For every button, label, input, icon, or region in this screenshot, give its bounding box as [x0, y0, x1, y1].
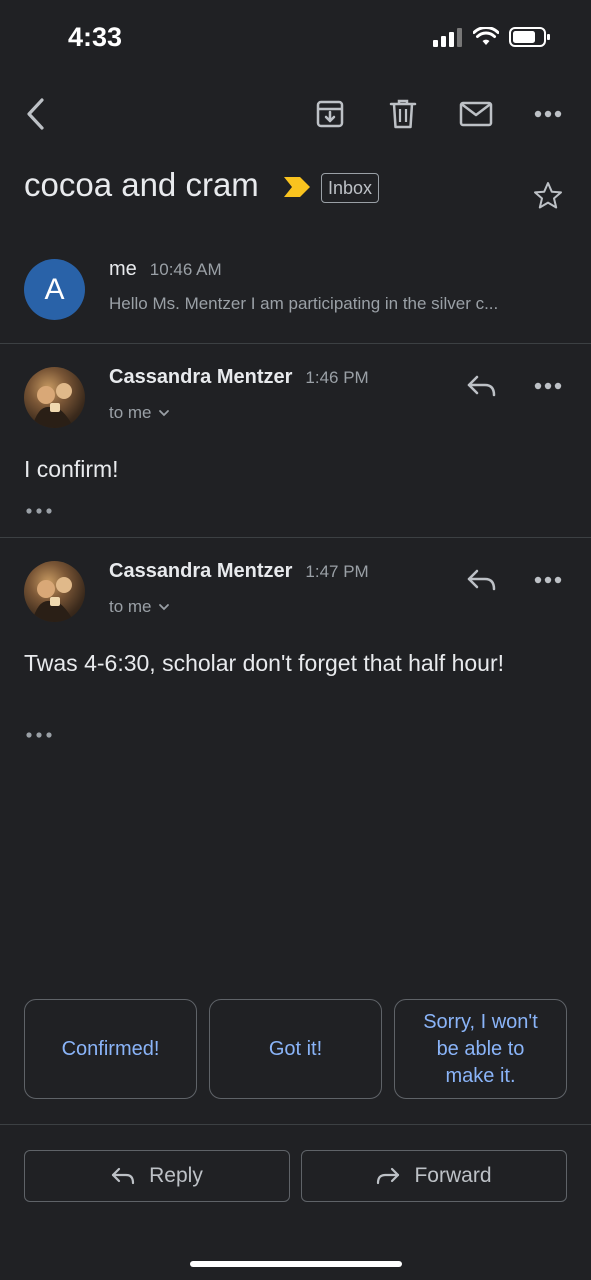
recipient-label: to me	[109, 597, 152, 616]
status-time: 4:33	[68, 22, 123, 52]
message-more-button[interactable]	[530, 372, 566, 400]
chevron-down-icon	[158, 604, 169, 611]
message-more-button[interactable]	[530, 566, 566, 594]
more-button[interactable]	[530, 100, 566, 128]
more-horizontal-icon	[26, 508, 52, 514]
important-marker-icon[interactable]	[283, 176, 311, 198]
more-horizontal-icon	[26, 732, 52, 738]
email-subject: cocoa and cram	[24, 166, 259, 203]
message-header[interactable]: Cassandra Mentzer 1:47 PM	[109, 560, 369, 583]
smart-reply-confirmed[interactable]: Confirmed!	[24, 999, 197, 1099]
avatar-letter: A	[44, 272, 65, 306]
recipient-label: to me	[109, 403, 152, 422]
home-indicator[interactable]	[190, 1261, 402, 1267]
reply-button[interactable]	[463, 565, 501, 595]
smart-reply-label: Got it!	[268, 1037, 323, 1060]
chevron-down-icon	[158, 410, 169, 417]
smart-reply-got-it[interactable]: Got it!	[209, 999, 382, 1099]
status-icons	[433, 26, 551, 48]
smart-reply-label: Sorry, I won't be able to make it.	[423, 1010, 538, 1087]
reply-action-button[interactable]: Reply	[24, 1150, 290, 1202]
avatar-photo	[32, 383, 74, 428]
more-horizontal-icon	[534, 382, 562, 390]
avatar-photo	[32, 577, 74, 622]
more-horizontal-icon	[534, 576, 562, 584]
battery-icon	[509, 27, 550, 47]
inbox-label-badge[interactable]: Inbox	[321, 173, 380, 203]
sender-name: Cassandra Mentzer	[109, 560, 293, 582]
avatar	[24, 367, 85, 428]
divider	[0, 537, 591, 538]
smart-reply-sorry[interactable]: Sorry, I won't be able to make it.	[394, 999, 567, 1099]
smart-reply-label: Confirmed!	[61, 1037, 160, 1060]
message-body: Twas 4-6:30, scholar don't forget that h…	[24, 650, 505, 676]
message-time: 10:46 AM	[149, 260, 222, 279]
reply-icon	[467, 569, 496, 591]
forward-action-button[interactable]: Forward	[301, 1150, 567, 1202]
recipient-details-toggle[interactable]: to me	[109, 597, 170, 617]
message-header-collapsed[interactable]: me 10:46 AM	[109, 258, 222, 281]
avatar: A	[24, 259, 85, 320]
mark-unread-button[interactable]	[457, 98, 495, 130]
archive-button[interactable]	[312, 96, 348, 132]
forward-icon	[377, 1167, 400, 1185]
message-time: 1:47 PM	[305, 562, 369, 581]
chevron-left-icon	[27, 98, 44, 130]
archive-icon	[316, 100, 344, 128]
reply-icon	[112, 1167, 135, 1185]
sender-name: Cassandra Mentzer	[109, 366, 293, 388]
trash-icon	[389, 99, 417, 129]
divider	[0, 1124, 591, 1125]
more-horizontal-icon	[534, 110, 562, 118]
message-time: 1:46 PM	[305, 368, 369, 387]
show-trimmed-content-button[interactable]	[24, 503, 54, 519]
divider	[0, 343, 591, 344]
reply-label: Reply	[149, 1164, 203, 1187]
delete-button[interactable]	[385, 96, 421, 132]
back-button[interactable]	[18, 95, 52, 133]
show-trimmed-content-button[interactable]	[24, 727, 54, 743]
wifi-icon	[473, 27, 499, 45]
cellular-signal-icon	[433, 28, 462, 47]
mail-icon	[459, 101, 493, 127]
sender-name: me	[109, 258, 137, 280]
recipient-details-toggle[interactable]: to me	[109, 403, 170, 423]
message-snippet[interactable]: Hello Ms. Mentzer I am participating in …	[109, 294, 498, 314]
reply-button[interactable]	[463, 371, 501, 401]
message-body: I confirm!	[24, 456, 119, 482]
forward-label: Forward	[414, 1164, 492, 1187]
message-header[interactable]: Cassandra Mentzer 1:46 PM	[109, 366, 369, 389]
avatar	[24, 561, 85, 622]
star-icon[interactable]	[533, 181, 563, 210]
reply-icon	[467, 375, 496, 397]
